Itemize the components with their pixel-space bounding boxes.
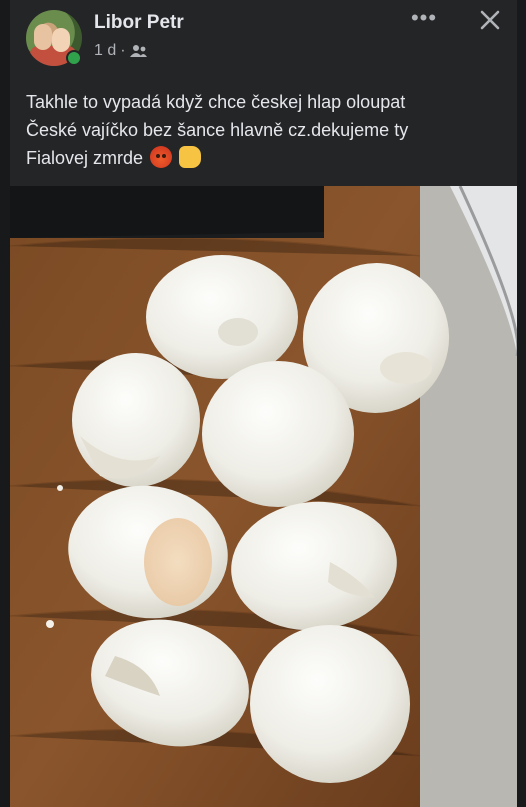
meta-separator: · <box>120 42 126 59</box>
egg <box>72 353 200 487</box>
post-meta: 1 d · <box>94 42 148 60</box>
angry-face-emoji <box>150 146 173 168</box>
post-text-line: České vajíčko bez šance hlavně cz.dekuje… <box>26 120 409 140</box>
post-text: Takhle to vypadá když chce českej hlap o… <box>26 88 510 172</box>
post-text-line: Takhle to vypadá když chce českej hlap o… <box>26 92 406 112</box>
post-card: Libor Petr 1 d · ••• Takhle to vypadá kd… <box>10 0 517 807</box>
online-status-indicator <box>66 50 82 66</box>
friends-icon <box>129 45 147 57</box>
post-header: Libor Petr 1 d · ••• <box>10 0 517 80</box>
fist-emoji <box>179 146 202 168</box>
egg <box>146 255 298 379</box>
post-text-line-last: Fialovej zmrde <box>26 144 510 172</box>
close-icon[interactable] <box>476 6 504 34</box>
post-photo[interactable] <box>10 186 517 807</box>
egg <box>202 361 354 507</box>
egg <box>250 625 410 783</box>
author-name[interactable]: Libor Petr <box>94 12 184 34</box>
more-options-button[interactable]: ••• <box>410 7 438 32</box>
post-time[interactable]: 1 d <box>94 42 116 60</box>
